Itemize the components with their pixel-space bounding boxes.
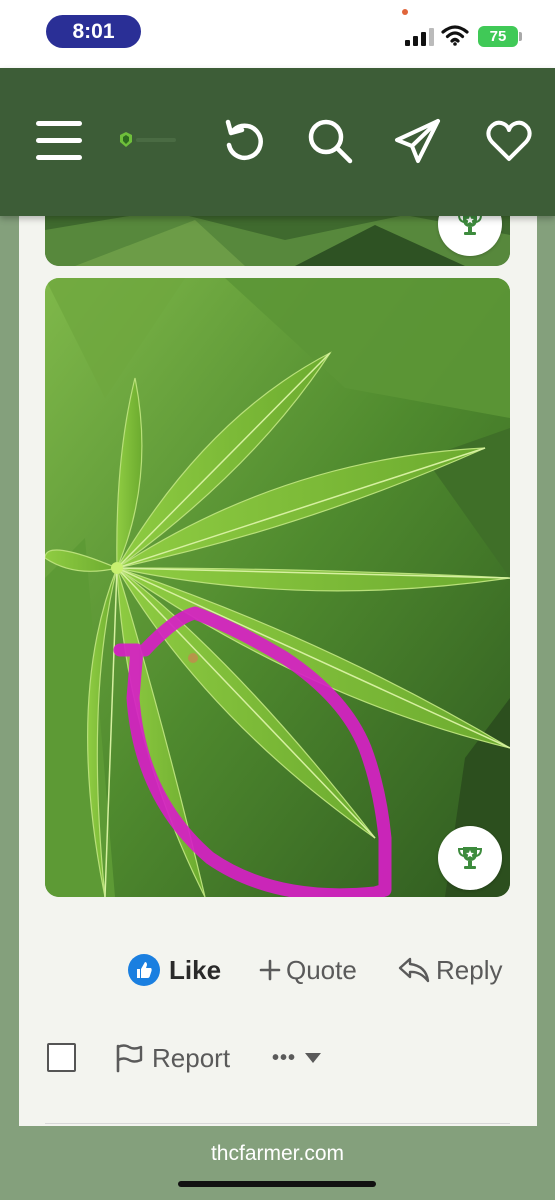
plus-icon xyxy=(259,959,281,981)
cannabis-leaf-photo-main[interactable] xyxy=(45,278,510,897)
home-indicator[interactable] xyxy=(178,1181,376,1187)
menu-icon[interactable] xyxy=(36,121,82,161)
heart-icon[interactable] xyxy=(484,116,534,166)
refresh-icon[interactable] xyxy=(219,116,269,166)
wifi-icon xyxy=(441,25,469,46)
like-label: Like xyxy=(169,954,222,985)
thumbs-up-icon xyxy=(128,954,160,986)
post-divider xyxy=(45,1123,510,1124)
more-options-button[interactable]: ••• xyxy=(272,1038,322,1078)
reply-label: Reply xyxy=(436,954,503,985)
report-label: Report xyxy=(152,1042,231,1073)
select-post-checkbox[interactable] xyxy=(47,1043,76,1072)
send-icon[interactable] xyxy=(393,116,443,166)
battery-level: 75 xyxy=(489,28,507,45)
cellular-signal-icon xyxy=(405,28,434,46)
more-label: ••• xyxy=(272,1046,297,1069)
quote-button[interactable]: Quote xyxy=(259,950,357,990)
battery-cap xyxy=(519,32,522,41)
report-button[interactable]: Report xyxy=(114,1038,230,1078)
flag-icon xyxy=(116,1044,143,1073)
battery-charging-icon: 75 xyxy=(478,26,518,47)
quote-label: Quote xyxy=(286,954,357,985)
url-domain[interactable]: thcfarmer.com xyxy=(0,1142,555,1166)
status-bar: 8:01 75 xyxy=(0,0,555,68)
search-icon[interactable] xyxy=(305,116,355,166)
reply-button[interactable]: Reply xyxy=(398,950,502,990)
site-header xyxy=(0,68,555,216)
trophy-icon xyxy=(457,847,483,869)
award-button[interactable] xyxy=(438,826,502,890)
reply-icon xyxy=(398,957,430,983)
status-time: 8:01 xyxy=(46,15,141,48)
site-logo[interactable] xyxy=(118,132,178,148)
camera-indicator-dot xyxy=(402,9,408,15)
caret-down-icon xyxy=(305,1053,322,1063)
like-button[interactable]: Like xyxy=(128,950,221,990)
